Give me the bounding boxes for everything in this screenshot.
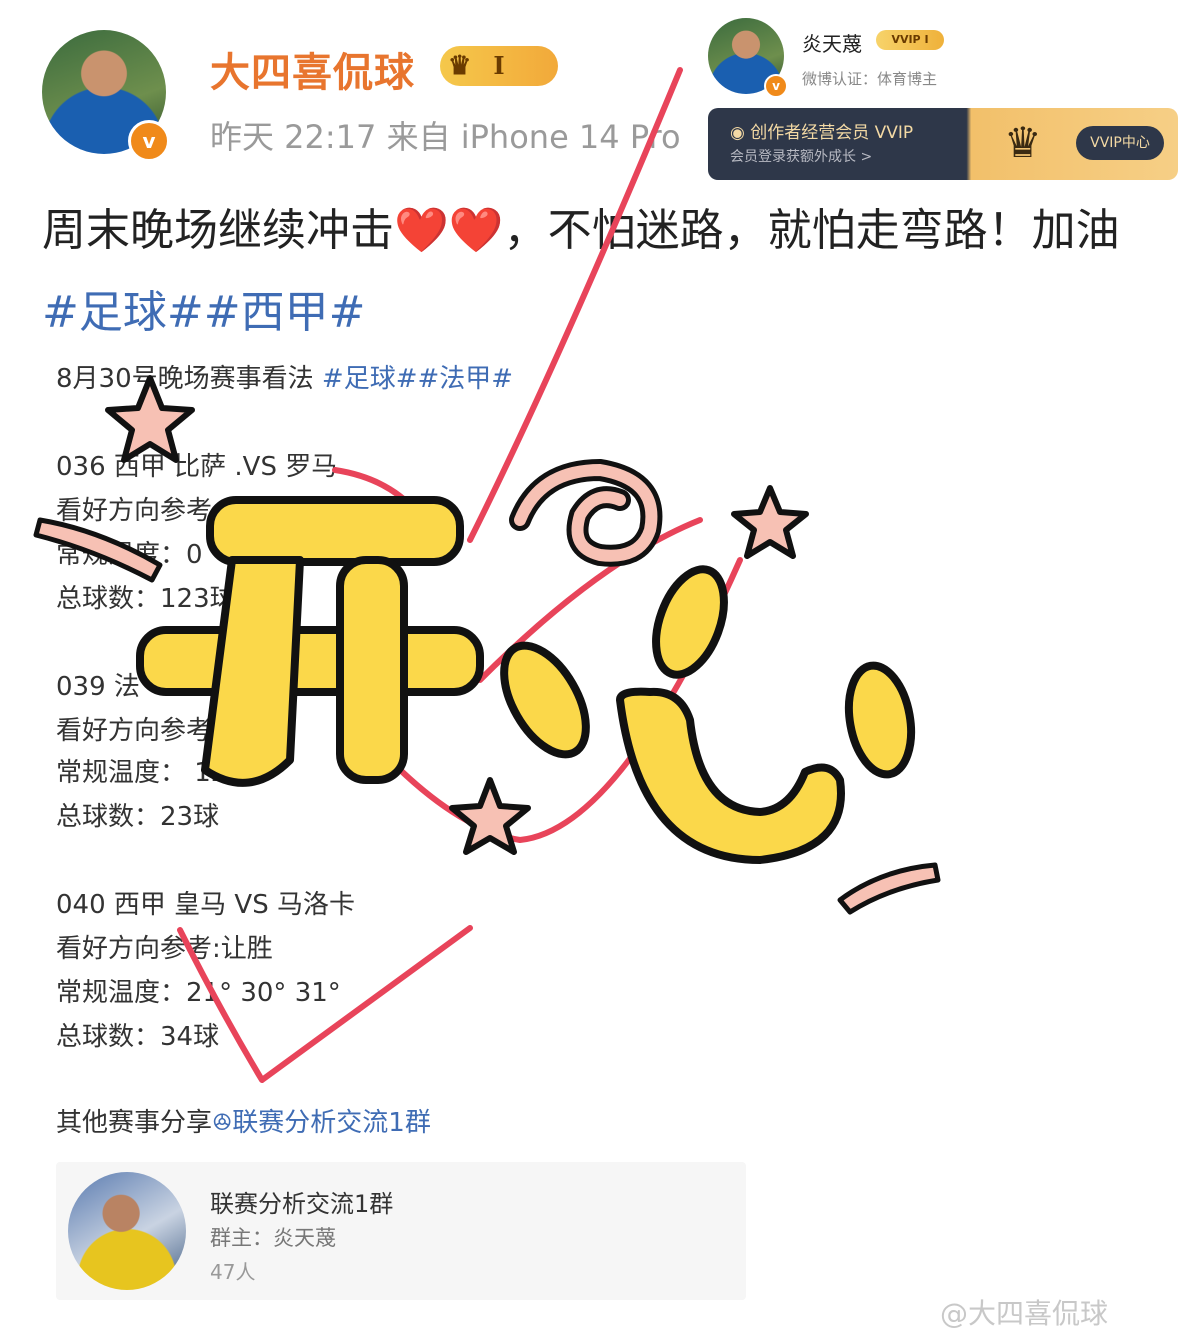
post-text: 周末晚场继续冲击❤️❤️，不怕迷路，就怕走弯路！加油#足球##西甲# [42,205,1120,338]
profile-card-name[interactable]: 炎天蔑 [802,28,862,57]
match2-goals: 总球数：23球 [56,802,220,832]
hashtag-football[interactable]: #足球# [42,287,204,338]
crown-icon: ♛ [1004,118,1042,167]
group-link-icon: ꔮ [212,1108,233,1138]
group-avatar [68,1172,186,1290]
checkmark-line-lower [387,557,743,844]
curl-icon [509,458,663,567]
match2-temp: 常规温度： 12° [56,758,241,788]
vip-badge: VVIP I [876,30,944,50]
vip-center-button[interactable]: VVIP中心 [1076,126,1164,160]
match1-temp: 常规温度：0 [56,540,203,570]
heart-icons: ❤️❤️ [394,205,504,256]
screenshot-heading: 8月30号晚场赛事看法 #足球##法甲# [56,364,514,394]
match3-title: 040 西甲 皇马 VS 马洛卡 [56,890,355,920]
match1-title: 036 西甲 比萨 .VS 罗马 [56,452,338,482]
match3-pick: 看好方向参考:让胜 [56,934,273,964]
hashtag-laliga[interactable]: #西甲# [204,287,366,338]
match3-temp: 常规温度：21° 30° 31° [56,978,341,1008]
sticker-xin [500,565,916,864]
checkmark-line-mid [332,467,433,533]
verification-text: 微博认证：体育博主 [802,70,938,88]
weibo-watermark: @大四喜侃球 [940,1297,1109,1330]
group-link[interactable]: 联赛分析交流1群 [232,1108,431,1138]
other-matches-line: 其他赛事分享ꔮ联赛分析交流1群 [56,1108,431,1138]
screenshot-heading-tags[interactable]: #足球##法甲# [322,364,513,394]
post-meta: 昨天 22:17 来自 iPhone 14 Pro [210,118,681,156]
group-member-count: 47人 [210,1260,256,1284]
crown-icon: ♛ [448,51,472,81]
match1-pick: 看好方向参考: [56,496,221,526]
vip-banner-title: ◉ 创作者经营会员 VVIP [730,123,914,143]
verified-icon-small: v [764,74,788,98]
group-name: 联赛分析交流1群 [210,1190,394,1218]
verified-icon: v [128,120,170,162]
match3-goals: 总球数：34球 [56,1022,220,1052]
checkmark-line-arc [477,517,703,683]
level-badge[interactable]: ♛ I [440,46,558,86]
match2-pick: 看好方向参考:让负 [56,716,273,746]
match2-title: 039 法 [56,672,140,702]
author-name[interactable]: 大四喜侃球 [210,40,415,98]
group-owner: 群主：炎天蔑 [210,1226,336,1250]
match1-goals: 总球数：123球 [56,584,236,614]
vip-banner-subtitle[interactable]: 会员登录获额外成长 > [730,146,872,166]
